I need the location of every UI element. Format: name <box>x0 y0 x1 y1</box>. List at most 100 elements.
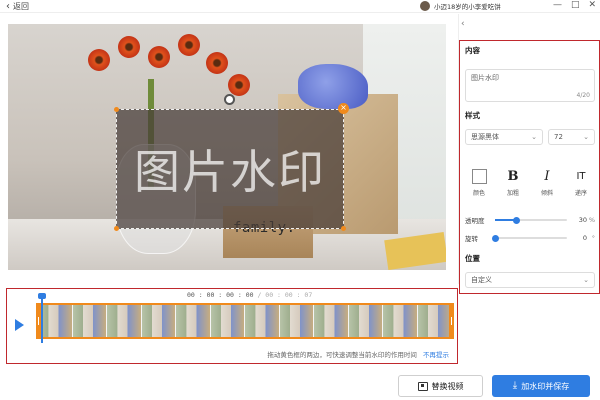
chevron-left-icon: ‹ <box>6 0 10 12</box>
content-section-title: 内容 <box>465 46 480 55</box>
minimize-icon[interactable]: — <box>553 0 562 10</box>
position-section-title: 位置 <box>465 254 480 263</box>
title-bar: ‹ 返回 小迈18岁的小李爱吃饼 — □ ✕ <box>0 0 600 13</box>
chevron-left-icon[interactable]: ‹ <box>461 19 465 29</box>
bold-icon: B <box>507 169 519 184</box>
flower <box>88 49 110 71</box>
flower <box>178 34 200 56</box>
back-button[interactable]: ‹ 返回 <box>6 1 29 12</box>
timeline-frame <box>107 305 142 337</box>
watermark-text-value: 图片水印 <box>471 74 499 82</box>
timeline-panel: 00 : 00 : 00 : 00 / 00 : 00 : 07 拖动黄色框的两… <box>6 288 458 364</box>
text-direction-icon: IT <box>576 171 586 182</box>
style-section-title: 样式 <box>465 111 480 120</box>
watermark-text-input[interactable]: 图片水印 4/20 <box>465 69 595 102</box>
timeline-frame <box>383 305 418 337</box>
properties-panel: ‹ 内容 图片水印 4/20 样式 思源黑体 ⌄ 72 ⌄ 颜色 B 加粗 I <box>458 14 600 294</box>
flower <box>228 74 250 96</box>
replace-video-icon <box>417 381 428 391</box>
color-swatch-icon <box>471 169 487 184</box>
replace-video-button[interactable]: 替换视频 <box>398 375 483 397</box>
trim-handle-right[interactable] <box>449 303 454 339</box>
total-time: / 00 : 00 : 07 <box>257 291 313 299</box>
timeline-frame <box>348 305 383 337</box>
color-label: 颜色 <box>472 190 485 197</box>
play-icon[interactable] <box>15 319 24 331</box>
playhead[interactable] <box>38 293 46 343</box>
back-label: 返回 <box>13 2 29 11</box>
italic-label: 倾斜 <box>540 190 553 197</box>
blue-tissue <box>298 64 368 109</box>
resize-handle[interactable] <box>114 226 119 231</box>
opacity-label: 透明度 <box>465 217 485 225</box>
download-icon: ⤓ <box>512 380 518 391</box>
timeline-frame <box>176 305 211 337</box>
timeline-frame <box>314 305 349 337</box>
flower-bouquet <box>78 34 250 104</box>
bold-button[interactable]: B 加粗 <box>499 168 527 197</box>
timeline-hint: 拖动黄色框的两边，可快速调整当前水印的作用时间 不再提示 <box>267 349 449 359</box>
rotate-unit: ° <box>591 234 595 242</box>
font-value: 思源黑体 <box>471 133 499 141</box>
rotate-slider[interactable] <box>491 234 567 242</box>
timeline-frame <box>279 305 314 337</box>
bold-label: 加粗 <box>506 190 519 197</box>
flower <box>148 46 170 68</box>
close-icon[interactable]: × <box>338 103 349 114</box>
chevron-down-icon: ⌄ <box>583 276 589 284</box>
resize-handle[interactable] <box>114 107 119 112</box>
time-readout: 00 : 00 : 00 : 00 / 00 : 00 : 07 <box>187 291 312 299</box>
opacity-knob[interactable] <box>513 216 521 224</box>
window-controls: — □ ✕ <box>553 0 596 10</box>
chevron-down-icon: ⌄ <box>531 133 537 141</box>
properties-frame: 内容 图片水印 4/20 样式 思源黑体 ⌄ 72 ⌄ 颜色 B 加粗 I 倾斜… <box>459 40 600 294</box>
timeline-frame <box>38 305 73 337</box>
timeline-frame <box>72 305 107 337</box>
position-select[interactable]: 自定义 ⌄ <box>465 272 595 288</box>
preview-image: family. 图片水印 × <box>8 24 446 270</box>
hint-text: 拖动黄色框的两边，可快速调整当前水印的作用时间 <box>267 351 417 359</box>
timeline-track[interactable] <box>36 303 454 339</box>
timeline-frame <box>141 305 176 337</box>
timeline-frame <box>210 305 245 337</box>
dismiss-hint-link[interactable]: 不再提示 <box>423 351 449 359</box>
rotate-icon[interactable] <box>224 94 235 105</box>
watermark-box[interactable]: 图片水印 × <box>114 94 349 231</box>
italic-button[interactable]: I 倾斜 <box>533 168 561 197</box>
replace-video-label: 替换视频 <box>431 381 464 391</box>
timeline-frame <box>245 305 280 337</box>
position-value: 自定义 <box>471 276 492 284</box>
rotate-label: 旋转 <box>465 235 478 243</box>
maximize-icon[interactable]: □ <box>571 0 580 10</box>
rotate-row: 旋转 0 ° <box>465 233 595 243</box>
user-info[interactable]: 小迈18岁的小李爱吃饼 <box>420 1 501 11</box>
avatar[interactable] <box>420 1 430 11</box>
italic-icon: I <box>544 169 550 184</box>
flower <box>118 36 140 58</box>
current-time: 00 : 00 : 00 : 00 <box>187 291 254 299</box>
color-button[interactable]: 颜色 <box>465 168 493 197</box>
text-direction-label: 递序 <box>574 190 587 197</box>
size-select[interactable]: 72 ⌄ <box>548 129 595 145</box>
rotate-knob[interactable] <box>491 234 499 242</box>
text-direction-button[interactable]: IT 递序 <box>567 168 595 197</box>
opacity-slider[interactable] <box>495 216 567 224</box>
close-icon[interactable]: ✕ <box>588 0 596 10</box>
save-label: 加水印并保存 <box>521 381 570 391</box>
watermark-text[interactable]: 图片水印 <box>117 110 343 228</box>
chevron-down-icon: ⌄ <box>583 133 589 141</box>
username: 小迈18岁的小李爱吃饼 <box>434 3 501 11</box>
style-buttons: 颜色 B 加粗 I 倾斜 IT 递序 <box>465 168 595 197</box>
flower <box>206 52 228 74</box>
rotate-value[interactable]: 0 <box>571 234 587 242</box>
size-value: 72 <box>554 133 563 141</box>
opacity-row: 透明度 30 % <box>465 215 595 225</box>
resize-handle[interactable] <box>341 226 346 231</box>
preview-area: family. 图片水印 × <box>0 14 454 280</box>
add-watermark-save-button[interactable]: ⤓ 加水印并保存 <box>492 375 590 397</box>
opacity-unit: % <box>588 216 595 224</box>
char-counter: 4/20 <box>576 92 590 99</box>
opacity-value[interactable]: 30 <box>571 216 587 224</box>
font-select[interactable]: 思源黑体 ⌄ <box>465 129 543 145</box>
timeline-frame <box>417 305 452 337</box>
